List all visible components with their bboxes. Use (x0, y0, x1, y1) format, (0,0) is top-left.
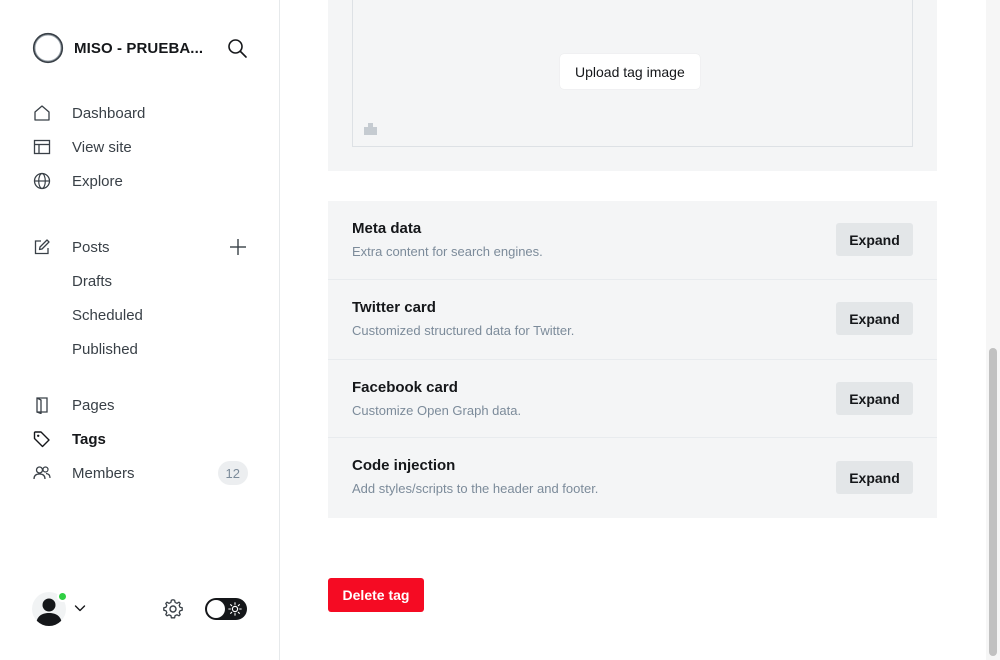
facebook-card-expand-button[interactable]: Expand (836, 382, 913, 415)
sun-icon (228, 602, 242, 616)
facebook-card-title: Facebook card (352, 379, 458, 396)
nav-drafts[interactable]: Drafts (32, 267, 248, 295)
code-injection-expand-button[interactable]: Expand (836, 461, 913, 494)
pages-icon (32, 395, 52, 415)
nav-explore[interactable]: Explore (32, 167, 248, 195)
chevron-down-icon[interactable] (74, 602, 86, 614)
nav-pages[interactable]: Pages (32, 391, 248, 419)
upload-tag-image-button[interactable]: Upload tag image (560, 54, 700, 89)
nav-posts[interactable]: Posts (32, 233, 248, 261)
online-status-dot (57, 591, 68, 602)
twitter-card-expand-button[interactable]: Expand (836, 302, 913, 335)
members-icon (32, 463, 52, 483)
new-post-plus-icon[interactable] (228, 237, 248, 257)
nav-dashboard[interactable]: Dashboard (32, 99, 248, 127)
meta-data-title: Meta data (352, 220, 422, 237)
app-window: MISO - PRUEBA... Dashboard View site Exp… (0, 0, 1000, 660)
twitter-card-description: Customized structured data for Twitter. (352, 323, 575, 338)
layout-icon (32, 137, 52, 157)
meta-data-expand-button[interactable]: Expand (836, 223, 913, 256)
toggle-knob (207, 600, 225, 618)
nav-tags[interactable]: Tags (32, 425, 248, 453)
members-count-badge: 12 (217, 461, 248, 485)
scrollbar[interactable] (986, 0, 1000, 660)
nav-scheduled-label: Scheduled (72, 306, 143, 324)
main-content: Upload tag image Meta data Extra content… (280, 0, 986, 660)
brand: MISO - PRUEBA... (32, 32, 248, 64)
globe-icon (32, 171, 52, 191)
gear-icon[interactable] (162, 598, 184, 620)
nav-published[interactable]: Published (32, 335, 248, 363)
edit-icon (32, 237, 52, 257)
meta-data-description: Extra content for search engines. (352, 244, 543, 259)
code-injection-description: Add styles/scripts to the header and foo… (352, 481, 599, 496)
nav-pages-label: Pages (72, 396, 115, 414)
nav-posts-label: Posts (72, 238, 110, 256)
meta-data-section: Meta data Extra content for search engin… (328, 201, 937, 279)
search-icon[interactable] (226, 37, 248, 59)
twitter-card-title: Twitter card (352, 299, 436, 316)
scrollbar-thumb[interactable] (989, 348, 997, 656)
nav-dashboard-label: Dashboard (72, 104, 146, 122)
nav-view-site-label: View site (72, 138, 132, 156)
twitter-card-section: Twitter card Customized structured data … (328, 280, 937, 359)
tag-icon (32, 429, 52, 449)
nav-tags-label: Tags (72, 430, 106, 448)
site-logo-icon[interactable] (32, 32, 64, 64)
delete-tag-button[interactable]: Delete tag (328, 578, 424, 612)
tag-image-dropzone[interactable]: Upload tag image (352, 0, 913, 147)
sidebar-footer (32, 590, 248, 626)
nav-members-label: Members (72, 464, 135, 482)
code-injection-section: Code injection Add styles/scripts to the… (328, 438, 937, 518)
image-upload-icon (364, 123, 377, 135)
code-injection-title: Code injection (352, 457, 456, 474)
nav-members[interactable]: Members 12 (32, 459, 248, 487)
dark-mode-toggle[interactable] (205, 598, 247, 620)
home-icon (32, 103, 52, 123)
nav-published-label: Published (72, 340, 138, 358)
nav-scheduled[interactable]: Scheduled (32, 301, 248, 329)
site-title[interactable]: MISO - PRUEBA... (74, 40, 204, 57)
nav-view-site[interactable]: View site (32, 133, 248, 161)
sidebar: MISO - PRUEBA... Dashboard View site Exp… (0, 0, 280, 660)
tag-image-card: Upload tag image (328, 0, 937, 171)
nav-drafts-label: Drafts (72, 272, 113, 290)
nav-explore-label: Explore (72, 172, 123, 190)
facebook-card-description: Customize Open Graph data. (352, 403, 522, 418)
facebook-card-section: Facebook card Customize Open Graph data.… (328, 360, 937, 437)
